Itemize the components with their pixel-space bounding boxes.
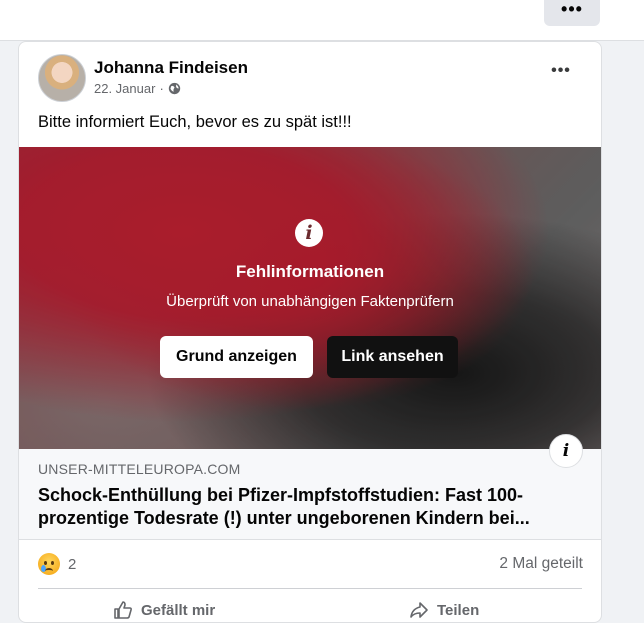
globe-icon	[168, 82, 180, 95]
share-button[interactable]: Teilen	[409, 600, 479, 620]
avatar[interactable]	[38, 54, 86, 102]
date-separator: ·	[159, 81, 164, 96]
link-domain: UNSER-MITTELEUROPA.COM	[38, 461, 241, 477]
share-count[interactable]: 2 Mal geteilt	[499, 555, 583, 573]
view-link-button[interactable]: Link ansehen	[327, 336, 458, 378]
reaction-count: 2	[68, 555, 77, 573]
like-button[interactable]: Gefällt mir	[113, 600, 215, 620]
share-label: Teilen	[437, 601, 480, 619]
info-icon: i	[295, 219, 323, 247]
reactions-summary[interactable]: 2	[38, 553, 76, 575]
post-card: Johanna Findeisen 22. Januar · ••• Bitte…	[18, 41, 602, 623]
show-reason-button[interactable]: Grund anzeigen	[160, 336, 313, 378]
sad-emoji-icon	[38, 553, 60, 575]
blurred-media: i Fehlinformationen Überprüft von unabhä…	[19, 147, 601, 449]
warning-subtitle: Überprüft von unabhängigen Faktenprüfern	[166, 293, 454, 310]
divider	[38, 588, 582, 589]
share-arrow-icon	[410, 602, 428, 618]
like-label: Gefällt mir	[141, 601, 216, 619]
post-text: Bitte informiert Euch, bevor es zu spät …	[38, 113, 352, 131]
top-bar: •••	[0, 0, 644, 41]
link-preview[interactable]: UNSER-MITTELEUROPA.COM Schock-Enthüllung…	[19, 449, 601, 540]
post-author[interactable]: Johanna Findeisen	[94, 58, 248, 78]
link-title[interactable]: Schock-Enthüllung bei Pfizer-Impfstoffst…	[38, 484, 578, 530]
warning-title: Fehlinformationen	[235, 262, 385, 281]
post-date[interactable]: 22. Januar	[94, 81, 155, 96]
top-more-button[interactable]: •••	[544, 0, 600, 26]
post-more-button[interactable]: •••	[547, 62, 575, 82]
sad-mouth	[45, 568, 53, 574]
link-info-icon[interactable]: i	[549, 434, 583, 468]
thumbs-up-icon	[114, 601, 132, 619]
post-meta: 22. Januar ·	[94, 81, 181, 96]
